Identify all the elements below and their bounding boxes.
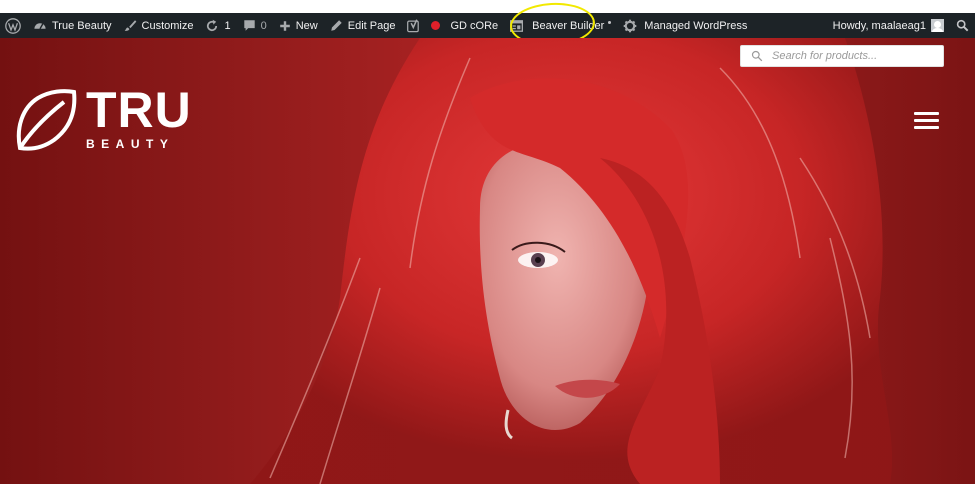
customize-item[interactable]: Customize bbox=[118, 13, 200, 38]
new-label: New bbox=[295, 19, 318, 32]
search-icon bbox=[956, 19, 969, 32]
managed-wordpress-label: Managed WordPress bbox=[644, 19, 748, 32]
managed-wordpress-item[interactable]: Managed WordPress bbox=[617, 13, 753, 38]
comments-item[interactable]: 0 bbox=[237, 13, 273, 38]
customize-label: Customize bbox=[141, 19, 194, 32]
yoast-icon bbox=[407, 18, 420, 32]
howdy-label: Howdy, maalaeag1 bbox=[832, 19, 926, 32]
admin-search-button[interactable] bbox=[952, 13, 975, 38]
top-strip bbox=[0, 0, 975, 13]
wordpress-menu[interactable] bbox=[0, 13, 27, 38]
account-menu[interactable]: Howdy, maalaeag1 bbox=[827, 13, 952, 38]
leaf-icon bbox=[16, 89, 77, 151]
gd-core-item[interactable]: GD cORe bbox=[444, 13, 504, 38]
updates-icon bbox=[207, 19, 218, 31]
product-search[interactable] bbox=[740, 45, 944, 67]
search-input[interactable] bbox=[772, 50, 942, 62]
status-dot-icon bbox=[431, 21, 441, 30]
logo-main-text: TRU bbox=[86, 82, 192, 138]
avatar bbox=[931, 19, 944, 32]
beaver-builder-dot bbox=[608, 21, 612, 24]
beaver-builder-item[interactable]: Beaver Builder bbox=[504, 13, 617, 38]
wordpress-icon bbox=[5, 17, 21, 34]
beaver-builder-icon bbox=[510, 19, 524, 32]
brush-icon bbox=[124, 20, 136, 31]
pencil-icon bbox=[331, 20, 342, 31]
gear-icon bbox=[623, 19, 637, 32]
site-name-label: True Beauty bbox=[52, 19, 112, 32]
beaver-builder-label: Beaver Builder bbox=[532, 19, 605, 32]
gd-core-label: GD cORe bbox=[450, 19, 499, 32]
dashboard-icon bbox=[34, 22, 46, 29]
status-indicator[interactable] bbox=[427, 13, 444, 38]
edit-page-label: Edit Page bbox=[347, 19, 396, 32]
comments-count: 0 bbox=[260, 19, 267, 32]
logo-sub-text: BEAUTY bbox=[86, 137, 175, 151]
comment-icon bbox=[243, 20, 255, 31]
updates-item[interactable]: 1 bbox=[199, 13, 236, 38]
yoast-item[interactable] bbox=[401, 13, 427, 38]
search-icon bbox=[751, 50, 763, 62]
admin-bar: True Beauty Customize 1 0 New Edit Page bbox=[0, 13, 975, 38]
new-content-item[interactable]: New bbox=[273, 13, 324, 38]
site-name-item[interactable]: True Beauty bbox=[27, 13, 118, 38]
menu-icon[interactable] bbox=[914, 112, 939, 130]
edit-page-item[interactable]: Edit Page bbox=[324, 13, 402, 38]
updates-count: 1 bbox=[224, 19, 231, 32]
site-logo[interactable]: TRU BEAUTY bbox=[14, 82, 194, 156]
hero-section: TRU BEAUTY bbox=[0, 38, 975, 484]
plus-icon bbox=[279, 20, 290, 31]
